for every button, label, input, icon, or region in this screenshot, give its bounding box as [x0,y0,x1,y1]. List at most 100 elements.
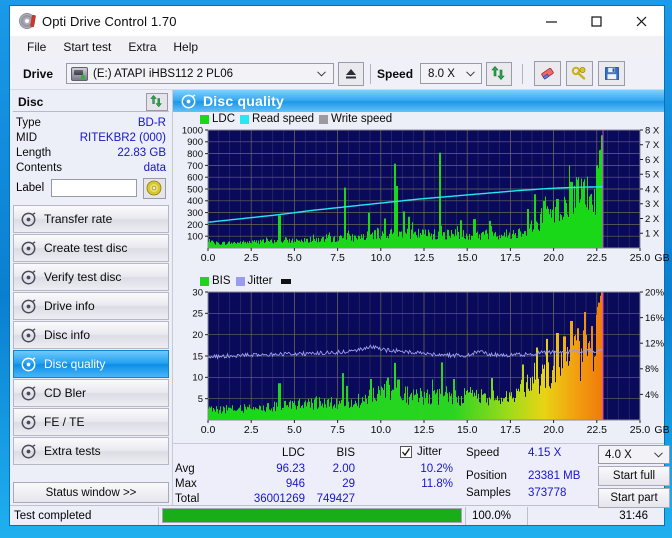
disc-row-length: Length 22.83 GB [16,145,166,160]
close-button[interactable] [619,6,664,36]
legend-label: BIS [212,275,231,287]
jitter-checkbox[interactable] [400,446,412,458]
sidebar-item-verify-test-disc[interactable]: Verify test disc [13,263,169,291]
content-header: Disc quality [173,90,664,112]
disc-icon [21,298,36,313]
svg-text:700: 700 [187,161,203,172]
stats-speed-label: Speed [466,447,500,459]
legend-swatch-write-speed [319,114,329,124]
svg-text:300: 300 [187,208,203,219]
menu-bar: File Start test Extra Help [10,36,664,58]
svg-text:5.0: 5.0 [287,424,302,436]
svg-text:10: 10 [192,373,203,384]
disc-label-input[interactable] [50,179,137,197]
save-button[interactable] [598,61,626,86]
menu-item-extra[interactable]: Extra [120,38,165,56]
eject-button[interactable] [338,61,365,86]
tools-button[interactable] [566,61,594,86]
disc-icon [21,356,36,371]
status-text: Test completed [10,506,159,525]
svg-text:400: 400 [187,196,203,207]
speed-select[interactable]: 8.0 X [420,63,483,84]
svg-text:2.5: 2.5 [244,252,259,264]
stats-header-bis: BIS [336,447,355,459]
disc-detect-button[interactable] [142,177,166,199]
window-controls [529,6,664,36]
menu-item-help[interactable]: Help [165,38,207,56]
start-part-button[interactable]: Start part [598,488,670,508]
svg-text:2 X: 2 X [645,214,660,225]
refresh-speed-button[interactable] [486,61,513,86]
test-speed-select[interactable]: 4.0 X [598,445,670,464]
eraser-button[interactable] [534,61,562,86]
progress-percent: 100.0% [465,506,527,525]
stats-jitter-avg: 10.2% [420,463,453,475]
disc-row-type: Type BD-R [16,115,166,130]
toolbar-separator-2 [522,63,524,84]
sidebar-item-label: Disc quality [44,357,106,371]
eject-icon [346,69,357,79]
statistics-panel: LDC BIS Jitter Avg Max Total 96.23 946 3… [173,443,670,508]
svg-text:0.0: 0.0 [201,424,216,436]
bis-chart-container: BIS Jitter 5 10 15 20 25 30 4% 8% 12% 16% 20% 0.0 2.… [173,274,669,443]
title-bar: Opti Drive Control 1.70 [10,6,664,36]
drive-label: Drive [23,66,54,81]
svg-text:600: 600 [187,173,203,184]
sidebar-item-extra-tests[interactable]: Extra tests [13,437,169,465]
start-full-button[interactable]: Start full [598,466,670,486]
sidebar-item-transfer-rate[interactable]: Transfer rate [13,205,169,233]
jitter-label: Jitter [417,446,442,458]
speed-label: Speed [377,66,414,81]
svg-text:6 X: 6 X [645,155,660,166]
jitter-checkbox-group[interactable]: Jitter [400,446,442,458]
sidebar-item-create-test-disc[interactable]: Create test disc [13,234,169,262]
cd-disc-icon [147,180,162,196]
svg-text:25.0: 25.0 [630,252,651,264]
legend-item-write-speed: Write speed [319,113,392,125]
drive-select[interactable]: (E:) ATAPI iHBS112 2 PL06 [66,63,335,84]
status-window-button[interactable]: Status window >> [13,482,169,503]
minimize-button[interactable] [529,6,574,36]
stats-ldc-total: 36001269 [253,493,305,505]
stats-bis-max: 29 [342,478,355,490]
stats-row-label-max: Max [175,478,197,490]
sidebar-item-drive-info[interactable]: Drive info [13,292,169,320]
disc-row-value: RITEKBR2 (000) [79,131,166,144]
desktop-background: Opti Drive Control 1.70 File Start test … [0,0,672,538]
sidebar-item-fe-te[interactable]: FE / TE [13,408,169,436]
svg-text:1000: 1000 [182,126,203,136]
maximize-icon [591,15,602,27]
sidebar-item-disc-quality[interactable]: Disc quality [13,350,169,378]
stats-row-label-avg: Avg [175,463,195,475]
svg-text:GB: GB [654,252,669,264]
sidebar-item-cd-bler[interactable]: CD Bler [13,379,169,407]
drive-icon [71,66,89,81]
svg-text:GB: GB [654,424,669,436]
svg-text:20.0: 20.0 [543,252,564,264]
tools-icon [571,66,586,80]
menu-item-start-test[interactable]: Start test [55,38,120,56]
menu-item-file[interactable]: File [19,38,55,56]
maximize-button[interactable] [574,6,619,36]
disc-icon [21,211,36,226]
svg-text:100: 100 [187,232,203,243]
svg-text:800: 800 [187,149,203,160]
svg-text:4 X: 4 X [645,184,660,195]
disc-label-key: Label [16,182,45,194]
svg-text:0.0: 0.0 [201,252,216,264]
svg-text:25.0: 25.0 [630,424,651,436]
scroll-marker-icon [281,278,292,284]
disc-refresh-button[interactable] [146,92,168,111]
svg-text:7 X: 7 X [645,140,660,151]
stats-position-value: 23381 MB [528,470,581,482]
close-icon [636,16,647,26]
stats-ldc-max: 946 [285,478,305,490]
page-title: Disc quality [203,93,284,109]
elapsed-time: 31:46 [527,506,664,525]
stats-row-label-total: Total [175,493,200,505]
legend-label: Read speed [252,113,315,125]
speed-select-value: 8.0 X [428,67,455,80]
svg-text:7.5: 7.5 [330,424,345,436]
sidebar-item-disc-info[interactable]: Disc info [13,321,169,349]
disc-icon [21,414,36,429]
